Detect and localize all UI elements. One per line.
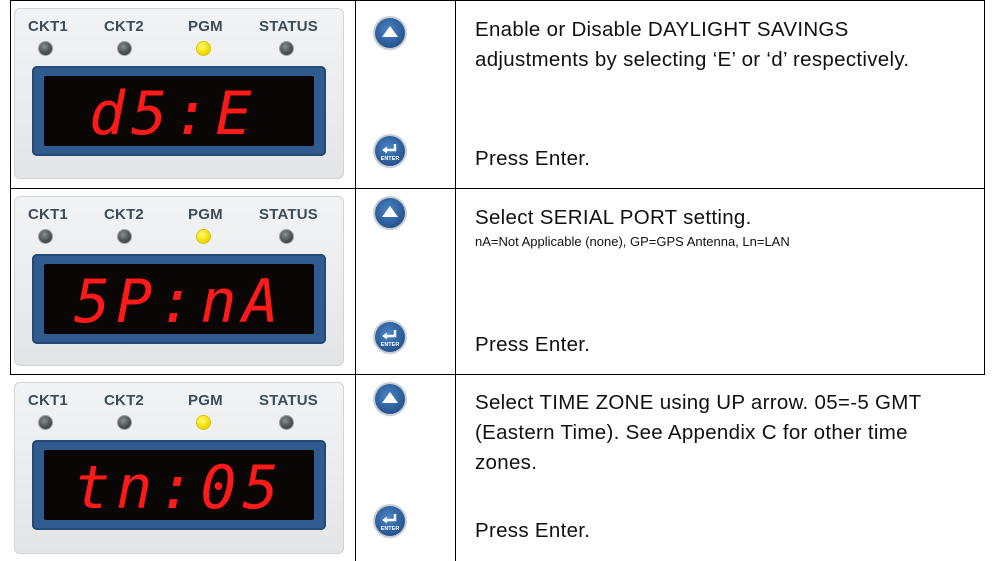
row-divider-1 xyxy=(10,188,985,189)
column-divider-2 xyxy=(455,0,456,561)
led-display: d5:E xyxy=(44,76,314,146)
status-led xyxy=(280,42,293,55)
svg-text:ENTER: ENTER xyxy=(381,156,400,162)
ckt2-label: CKT2 xyxy=(104,392,144,409)
serial-port-description: Select SERIAL PORT setting. xyxy=(475,206,752,229)
up-arrow-button[interactable] xyxy=(375,384,405,414)
pgm-led xyxy=(197,416,210,429)
row-divider-2 xyxy=(10,374,985,375)
pgm-label: PGM xyxy=(188,18,223,35)
enter-button[interactable]: ENTER xyxy=(375,506,405,536)
ckt1-label: CKT1 xyxy=(28,18,68,35)
clock-panel-time-zone: CKT1 CKT2 PGM STATUS tn:05 xyxy=(14,382,344,554)
up-arrow-icon xyxy=(382,206,398,217)
serial-port-note: nA=Not Applicable (none), GP=GPS Antenna… xyxy=(475,234,790,249)
time-zone-description: Select TIME ZONE using UP arrow. 05=-5 G… xyxy=(475,391,922,474)
enter-button[interactable]: ENTER xyxy=(375,136,405,166)
ckt2-label: CKT2 xyxy=(104,206,144,223)
ckt2-led xyxy=(118,416,131,429)
ckt2-led xyxy=(118,42,131,55)
pgm-led xyxy=(197,230,210,243)
svg-text:ENTER: ENTER xyxy=(381,526,400,532)
column-divider-1 xyxy=(355,0,356,561)
display-bezel: 5P:nA xyxy=(32,254,326,344)
clock-panel-serial-port: CKT1 CKT2 PGM STATUS 5P:nA xyxy=(14,196,344,366)
svg-text:ENTER: ENTER xyxy=(381,342,400,348)
up-arrow-icon xyxy=(382,392,398,403)
pgm-label: PGM xyxy=(188,392,223,409)
display-readout: 5P:nA xyxy=(74,267,285,334)
display-readout: tn:05 xyxy=(74,453,285,520)
up-arrow-icon xyxy=(382,26,398,37)
ckt1-led xyxy=(39,230,52,243)
pgm-label: PGM xyxy=(188,206,223,223)
clock-panel-daylight: CKT1 CKT2 PGM STATUS d5:E xyxy=(14,8,344,179)
ckt1-led xyxy=(39,42,52,55)
table-border-top xyxy=(10,0,985,1)
status-led xyxy=(280,230,293,243)
ckt2-label: CKT2 xyxy=(104,18,144,35)
ckt1-label: CKT1 xyxy=(28,206,68,223)
status-led xyxy=(280,416,293,429)
enter-icon: ENTER xyxy=(381,514,400,532)
ckt1-label: CKT1 xyxy=(28,392,68,409)
press-enter-text: Press Enter. xyxy=(475,333,591,356)
status-label: STATUS xyxy=(259,392,318,409)
enter-icon: ENTER xyxy=(381,144,400,162)
ckt1-led xyxy=(39,416,52,429)
enter-button[interactable]: ENTER xyxy=(375,322,405,352)
enter-icon: ENTER xyxy=(381,330,400,348)
pgm-led xyxy=(197,42,210,55)
daylight-savings-description: Enable or Disable DAYLIGHT SAVINGS adjus… xyxy=(475,18,910,71)
display-bezel: tn:05 xyxy=(32,440,326,530)
led-display: 5P:nA xyxy=(44,264,314,334)
display-bezel: d5:E xyxy=(32,66,326,156)
up-arrow-button[interactable] xyxy=(375,18,405,48)
display-readout: d5:E xyxy=(89,79,258,146)
status-label: STATUS xyxy=(259,18,318,35)
up-arrow-button[interactable] xyxy=(375,198,405,228)
press-enter-text: Press Enter. xyxy=(475,147,591,170)
led-display: tn:05 xyxy=(44,450,314,520)
press-enter-text: Press Enter. xyxy=(475,519,591,542)
status-label: STATUS xyxy=(259,206,318,223)
ckt2-led xyxy=(118,230,131,243)
